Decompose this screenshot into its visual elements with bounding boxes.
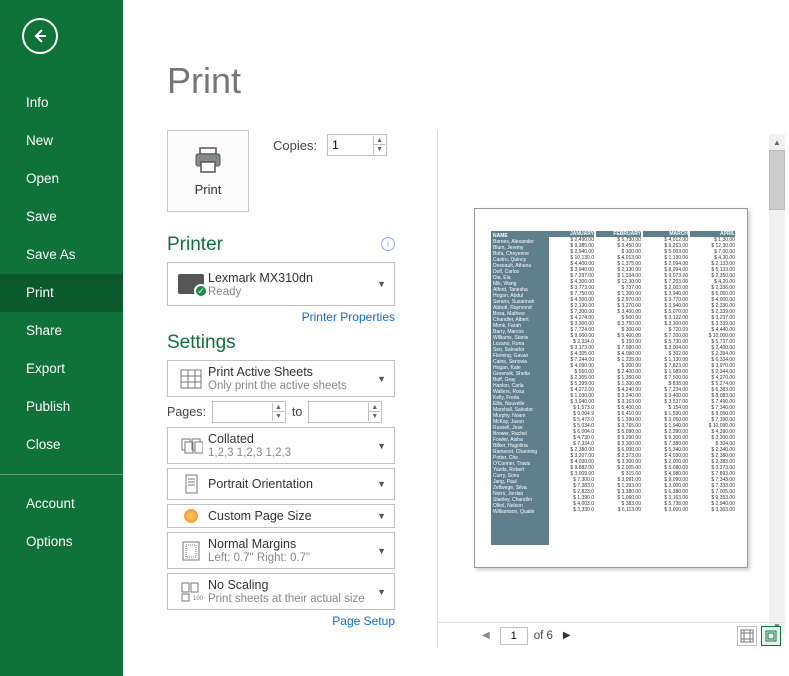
back-button[interactable] [22,18,58,54]
portrait-icon [174,473,208,495]
collation-dropdown[interactable]: Collated 1,2,3 1,2,3 1,2,3 ▼ [167,427,395,464]
printer-status-icon: ✓ [178,274,204,294]
print-controls: Print Copies: 1 ▲▼ Printer i ✓ Lexmark M… [167,130,397,634]
copies-value: 1 [332,138,339,152]
scroll-handle[interactable] [769,150,785,210]
margins-dropdown[interactable]: Normal Margins Left: 0.7" Right: 0.7" ▼ [167,532,395,569]
custom-size-icon [174,509,208,523]
sidebar-item-share[interactable]: Share [0,312,123,350]
sidebar-item-close[interactable]: Close [0,426,123,464]
svg-text:100: 100 [193,596,203,602]
print-button[interactable]: Print [167,130,249,212]
printer-icon [192,146,224,174]
collated-icon [174,435,208,457]
printer-properties-link[interactable]: Printer Properties [167,310,395,324]
sidebar-item-save-as[interactable]: Save As [0,236,123,274]
pages-to-input[interactable]: ▲▼ [308,401,382,423]
scaling-dropdown[interactable]: 100 No Scaling Print sheets at their act… [167,573,395,610]
printer-status: Ready [208,286,375,298]
info-icon[interactable]: i [381,237,395,251]
sidebar-item-open[interactable]: Open [0,160,123,198]
sidebar-item-publish[interactable]: Publish [0,388,123,426]
sidebar-item-print[interactable]: Print [0,274,123,312]
show-margins-button[interactable] [737,626,757,646]
main-area: Print Print Copies: 1 ▲▼ Print [123,0,789,676]
margins-icon [174,540,208,562]
sidebar-item-account[interactable]: Account [0,485,123,523]
sidebar-item-options[interactable]: Options [0,523,123,561]
chevron-down-icon: ▼ [375,374,388,384]
orientation-dropdown[interactable]: Portrait Orientation ▼ [167,468,395,500]
page-title: Print [167,60,789,102]
chevron-down-icon: ▼ [375,587,388,597]
zoom-to-page-button[interactable] [761,626,781,646]
sheets-icon [174,368,208,390]
print-button-label: Print [195,182,222,197]
pages-label: Pages: [167,405,206,419]
copies-label: Copies: [273,138,317,153]
chevron-down-icon: ▼ [375,511,388,521]
preview-footer: ◀ 1 of 6 ▶ [438,622,785,648]
chevron-down-icon: ▼ [375,441,388,451]
sidebar-divider [0,474,123,475]
sidebar-item-new[interactable]: New [0,122,123,160]
print-what-dropdown[interactable]: Print Active Sheets Only print the activ… [167,360,395,397]
sidebar-item-save[interactable]: Save [0,198,123,236]
chevron-down-icon: ▼ [375,479,388,489]
print-preview: ▲ ▼ NAMEBarnes, AlexanderBlum, JeremyBof… [437,130,785,648]
pages-to-label: to [292,405,302,419]
preview-scrollbar[interactable]: ▲ ▼ [769,134,785,634]
backstage-sidebar: InfoNewOpenSaveSave AsPrintShareExportPu… [0,0,123,676]
printer-heading: Printer [167,234,223,256]
current-page-input[interactable]: 1 [500,627,528,645]
settings-heading: Settings [167,332,397,354]
preview-page: NAMEBarnes, AlexanderBlum, JeremyBofa, C… [474,208,748,568]
prev-page-button[interactable]: ◀ [478,630,494,641]
next-page-button[interactable]: ▶ [559,630,575,641]
printer-name: Lexmark MX310dn [208,271,375,285]
page-count-label: of 6 [534,630,553,642]
copies-input[interactable]: 1 ▲▼ [327,134,387,156]
preview-sheet: NAMEBarnes, AlexanderBlum, JeremyBofa, C… [491,231,737,545]
pages-from-input[interactable]: ▲▼ [212,401,286,423]
page-size-dropdown[interactable]: Custom Page Size ▼ [167,504,395,528]
sidebar-item-export[interactable]: Export [0,350,123,388]
page-setup-link[interactable]: Page Setup [167,614,395,628]
sidebar-item-info[interactable]: Info [0,84,123,122]
printer-dropdown[interactable]: ✓ Lexmark MX310dn Ready ▼ [167,262,395,306]
copies-up[interactable]: ▲ [373,136,385,145]
scroll-up-button[interactable]: ▲ [769,134,785,150]
chevron-down-icon: ▼ [375,546,388,556]
scaling-icon: 100 [174,581,208,603]
copies-down[interactable]: ▼ [373,145,385,154]
chevron-down-icon: ▼ [375,279,388,289]
